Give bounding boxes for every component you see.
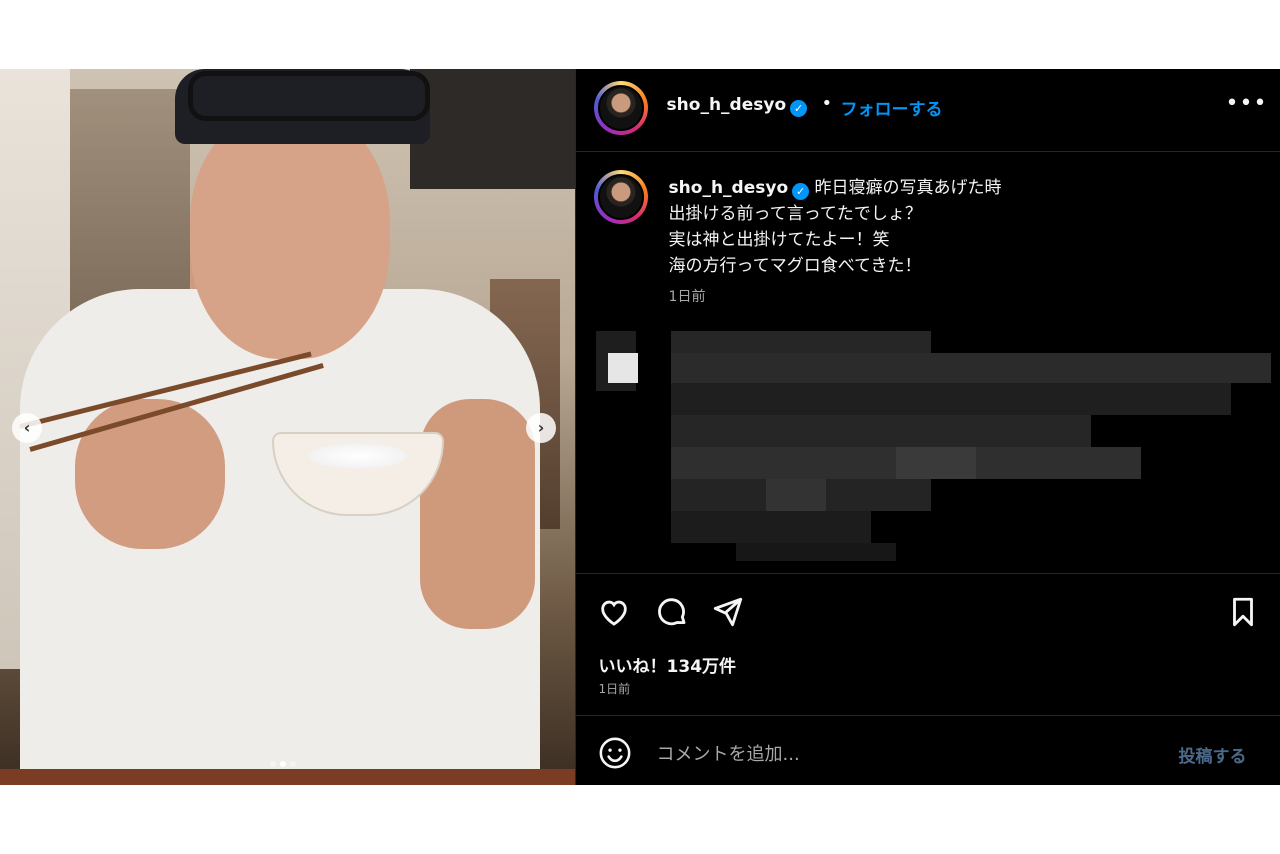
photo-glasses — [188, 71, 430, 121]
photo-table-edge — [0, 769, 575, 785]
post-timestamp[interactable]: 1日前 — [599, 680, 631, 697]
photo-person-hand — [75, 399, 225, 549]
carousel-dot — [290, 761, 296, 767]
post-photo[interactable]: ‹ › — [0, 69, 575, 785]
photo-background-window — [410, 69, 575, 189]
photo-person-face — [190, 109, 390, 359]
follow-button[interactable]: フォローする — [841, 95, 943, 120]
verified-badge-icon: ✓ — [792, 183, 810, 200]
header-username-text[interactable]: sho_h_desyo — [667, 95, 787, 115]
more-options-icon[interactable]: ••• — [1226, 91, 1268, 116]
comment-input[interactable] — [654, 737, 1139, 771]
caption-timestamp[interactable]: 1日前 — [669, 286, 706, 306]
caption-text: 昨日寝癖の写真あげた時 — [814, 178, 1002, 198]
carousel-indicator — [270, 761, 296, 767]
carousel-next-button[interactable]: › — [526, 413, 556, 443]
heart-icon[interactable] — [597, 595, 631, 629]
instagram-post: ‹ › sho_h_desyo ✓ • フォローする ••• sho_h_desy… — [0, 69, 1280, 785]
post-sidebar: sho_h_desyo ✓ • フォローする ••• sho_h_desyo ✓ 昨… — [574, 69, 1280, 785]
header-separator: • — [821, 93, 833, 114]
caption-username[interactable]: sho_h_desyo — [669, 178, 789, 198]
caption-text: 実は神と出掛けてたよー！笑 — [668, 230, 890, 250]
caption-text: 出掛ける前って言ってたでしょ？ — [668, 204, 922, 224]
header-username[interactable]: sho_h_desyo ✓ — [667, 95, 808, 117]
comment-icon[interactable] — [655, 595, 689, 629]
share-icon[interactable] — [711, 595, 745, 629]
bookmark-icon[interactable] — [1226, 595, 1260, 629]
emoji-icon[interactable] — [598, 736, 632, 770]
avatar[interactable] — [593, 81, 648, 135]
post-header: sho_h_desyo ✓ • フォローする ••• — [575, 69, 1280, 152]
caption-line-1: sho_h_desyo ✓ 昨日寝癖の写真あげた時 — [669, 175, 1249, 201]
divider — [575, 573, 1280, 574]
caption-avatar[interactable] — [593, 170, 648, 224]
likes-count[interactable]: いいね！134万件 — [599, 652, 737, 677]
caption-text: 海の方行ってマグロ食べてきた！ — [668, 256, 922, 276]
pixelated-comments-area — [595, 331, 1276, 561]
carousel-dot-active — [280, 761, 286, 767]
carousel-prev-button[interactable]: ‹ — [12, 413, 42, 443]
verified-badge-icon: ✓ — [790, 100, 808, 117]
post-comment-button[interactable]: 投稿する — [1179, 742, 1247, 767]
divider — [575, 715, 1280, 716]
post-caption: sho_h_desyo ✓ 昨日寝癖の写真あげた時 出掛ける前って言ってたでしょ？… — [669, 175, 1249, 279]
carousel-dot — [270, 761, 276, 767]
